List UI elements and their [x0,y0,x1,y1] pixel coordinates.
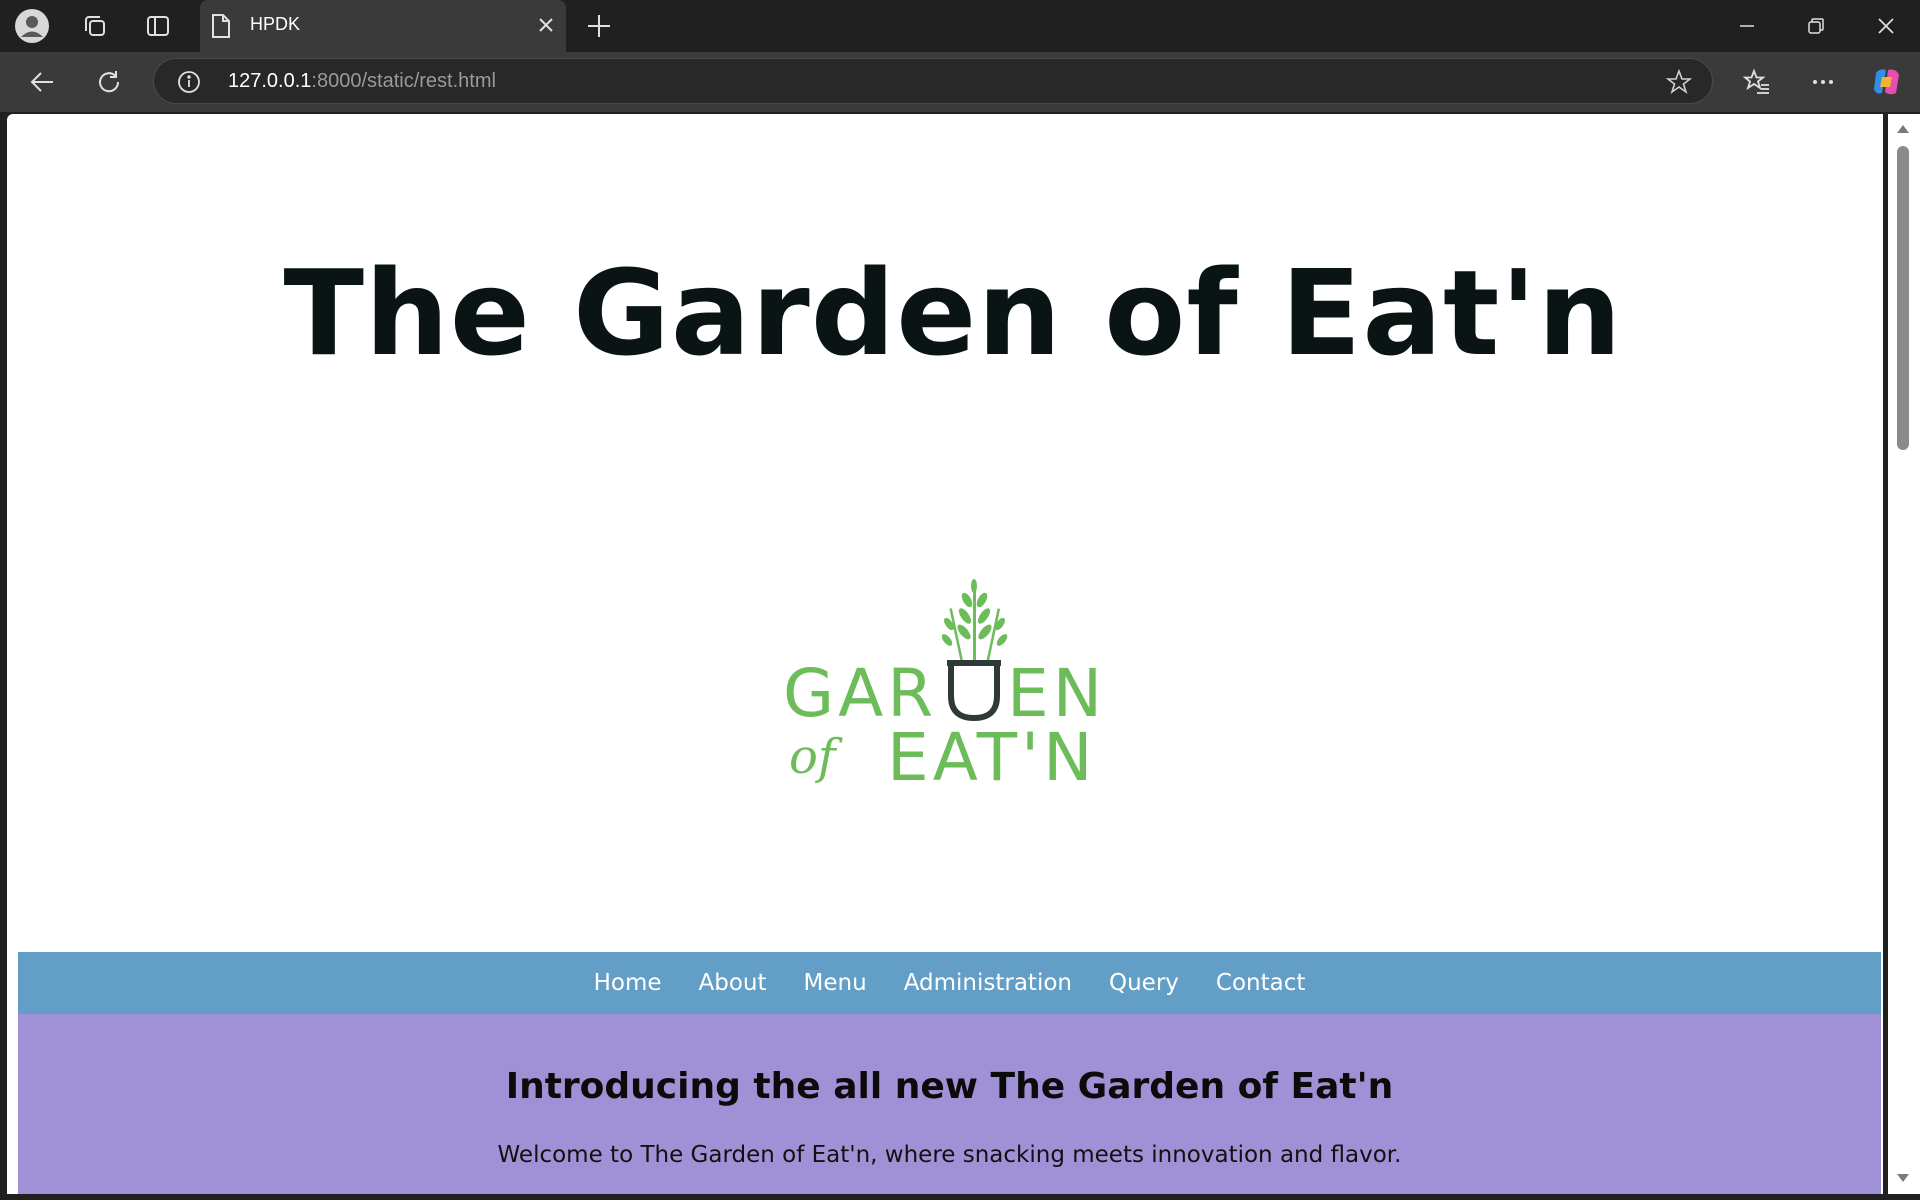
nav-about-link[interactable]: About [699,970,767,996]
scrollbar-thumb[interactable] [1897,146,1909,450]
reload-icon[interactable] [92,65,126,99]
nav-home-link[interactable]: Home [594,970,662,996]
nav-contact-link[interactable]: Contact [1216,970,1305,996]
page-icon [210,13,232,43]
restore-icon[interactable] [1799,9,1833,43]
url-text: 127.0.0.1:8000/static/rest.html [228,70,496,93]
browser-title-bar: HPDK [0,0,1920,52]
svg-text:of: of [789,729,843,785]
url-path: :8000/static/rest.html [311,70,496,92]
scroll-up-arrow-icon[interactable] [1895,120,1911,139]
nav-query-link[interactable]: Query [1109,970,1179,996]
browser-toolbar: 127.0.0.1:8000/static/rest.html [0,52,1920,112]
minimize-icon[interactable] [1730,9,1764,43]
garden-of-eatn-logo: GAR EN of EAT'N [783,579,1102,796]
active-tab[interactable]: HPDK [200,0,566,52]
page-viewport: The Garden of Eat'n GAR EN of EAT'N Home… [7,114,1883,1194]
nav-administration-link[interactable]: Administration [904,970,1072,996]
back-icon[interactable] [25,65,59,99]
address-bar[interactable]: 127.0.0.1:8000/static/rest.html [153,58,1713,104]
page-title: The Garden of Eat'n [283,244,1623,382]
scroll-down-arrow-icon[interactable] [1895,1169,1911,1188]
hero-text: Welcome to The Garden of Eat'n, where sn… [497,1142,1402,1168]
profile-avatar-icon[interactable] [15,9,49,43]
hero-section: Introducing the all new The Garden of Ea… [18,1014,1881,1194]
nav-menu-link[interactable]: Menu [804,970,867,996]
url-host: 127.0.0.1 [228,70,312,92]
workspaces-icon[interactable] [78,9,112,43]
new-tab-icon[interactable] [582,9,616,47]
copilot-icon[interactable] [1870,65,1904,99]
vertical-scrollbar[interactable] [1888,114,1920,1194]
favorite-star-icon[interactable] [1665,68,1693,99]
svg-text:EAT'N: EAT'N [887,719,1097,796]
close-tab-icon[interactable] [534,13,558,41]
site-navigation: Home About Menu Administration Query Con… [18,952,1881,1014]
site-info-icon[interactable] [176,69,202,99]
more-options-icon[interactable] [1806,65,1840,99]
hero-heading: Introducing the all new The Garden of Ea… [505,1066,1394,1107]
tab-title: HPDK [250,14,301,34]
tab-actions-icon[interactable] [141,9,175,43]
favorites-icon[interactable] [1740,65,1774,99]
close-window-icon[interactable] [1869,9,1903,43]
